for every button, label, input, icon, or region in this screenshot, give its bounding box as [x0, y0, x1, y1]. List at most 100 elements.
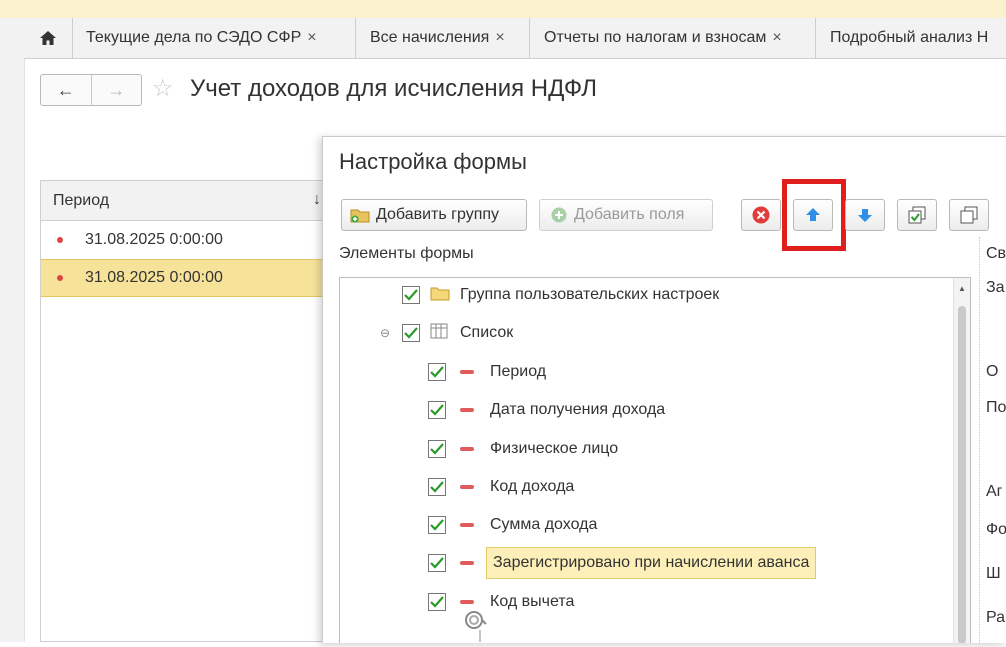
checkbox[interactable]	[428, 554, 446, 572]
tab-tax-reports[interactable]: Отчеты по налогам и взносам ×	[530, 18, 816, 58]
checkmark-icon	[404, 327, 418, 339]
panel-label: За	[986, 279, 1005, 296]
panel-label: Аг	[986, 483, 1003, 500]
checkbox[interactable]	[402, 324, 420, 342]
delete-icon	[752, 206, 770, 224]
checkbox[interactable]	[428, 401, 446, 419]
uncheck-all-icon	[960, 206, 978, 224]
check-all-button[interactable]	[897, 199, 937, 231]
field-icon	[460, 600, 474, 604]
checkmark-icon	[430, 404, 444, 416]
field-icon	[460, 485, 474, 489]
tree-item-field[interactable]: Сумма дохода	[340, 508, 601, 542]
tree-item-field[interactable]: Код дохода	[340, 470, 578, 504]
tree-item-field[interactable]: Дата получения дохода	[340, 393, 669, 427]
panel-label: Фо	[986, 521, 1006, 538]
field-icon	[460, 523, 474, 527]
tree-item-field[interactable]: Код вычета	[340, 585, 578, 619]
uncheck-all-button[interactable]	[949, 199, 989, 231]
close-icon[interactable]: ×	[495, 29, 504, 47]
table-icon	[430, 323, 448, 344]
navigation-buttons: ← →	[40, 74, 142, 106]
properties-panel-edge: Св За О По Аг Фо Ш Ра	[979, 237, 1006, 643]
top-strip	[0, 0, 1006, 19]
tree-item-label: Группа пользовательских настроек	[460, 286, 720, 303]
status-dot-icon	[57, 237, 63, 243]
tree-item-label: Зарегистрировано при начислении аванса	[486, 547, 817, 579]
checkmark-icon	[430, 596, 444, 608]
field-icon	[460, 561, 474, 565]
tree-item-label: Код вычета	[490, 593, 575, 610]
list-row-selected[interactable]: 31.08.2025 0:00:00	[41, 259, 331, 297]
collapse-icon[interactable]: ⊖	[380, 326, 402, 340]
panel-label: По	[986, 399, 1006, 416]
row-value: 31.08.2025 0:00:00	[85, 231, 223, 248]
tree-item-user-settings-group[interactable]: Группа пользовательских настроек	[340, 278, 723, 312]
tab-label: Текущие дела по СЭДО СФР	[86, 29, 302, 46]
field-icon	[460, 447, 474, 451]
scroll-up-icon[interactable]: ▲	[958, 284, 966, 293]
field-icon	[460, 370, 474, 374]
add-group-label: Добавить группу	[376, 206, 500, 223]
page-title: Учет доходов для исчисления НДФЛ	[190, 75, 598, 102]
tree-item-list[interactable]: ⊖ Список	[340, 316, 517, 350]
folder-icon	[430, 285, 450, 306]
highlight-frame	[782, 179, 846, 251]
delete-button[interactable]	[741, 199, 781, 231]
tree-item-label: Сумма дохода	[490, 516, 598, 533]
checkbox[interactable]	[402, 286, 420, 304]
panel-label: Св	[986, 245, 1006, 262]
home-tab[interactable]	[24, 18, 73, 58]
add-fields-label: Добавить поля	[574, 206, 685, 223]
add-fields-button[interactable]: Добавить поля	[539, 199, 713, 231]
tab-current-sedo[interactable]: Текущие дела по СЭДО СФР ×	[72, 18, 356, 58]
favorite-star-icon[interactable]: ☆	[152, 74, 174, 104]
tab-detailed-analysis[interactable]: Подробный анализ Н	[816, 18, 1006, 58]
tree-item-field[interactable]: Физическое лицо	[340, 432, 622, 466]
checkbox[interactable]	[428, 478, 446, 496]
checkmark-icon	[430, 366, 444, 378]
column-label: Период	[53, 191, 110, 209]
list-row[interactable]: 31.08.2025 0:00:00	[41, 221, 331, 259]
tree-scrollbar[interactable]: ▲	[953, 278, 970, 643]
check-all-icon	[908, 206, 926, 224]
close-icon[interactable]: ×	[307, 29, 316, 47]
checkmark-icon	[430, 519, 444, 531]
checkbox[interactable]	[428, 363, 446, 381]
close-icon[interactable]: ×	[772, 29, 781, 47]
tree-item-field[interactable]: Период	[340, 355, 550, 389]
panel-label: Ра	[986, 609, 1006, 626]
row-value: 31.08.2025 0:00:00	[85, 269, 223, 286]
forward-button[interactable]: →	[92, 75, 142, 105]
checkbox[interactable]	[428, 593, 446, 611]
tree-item-label: Физическое лицо	[490, 440, 619, 457]
tab-label: Все начисления	[370, 29, 490, 46]
column-header-period[interactable]: Период ↓	[41, 181, 331, 221]
busy-cursor-icon	[462, 608, 492, 647]
checkmark-icon	[430, 557, 444, 569]
folder-add-icon	[350, 206, 372, 224]
tree-item-label: Код дохода	[490, 478, 575, 495]
form-elements-tree: Группа пользовательских настроек ⊖ Списо…	[339, 277, 971, 643]
move-down-button[interactable]	[845, 199, 885, 231]
scrollbar-thumb[interactable]	[958, 306, 966, 643]
add-group-button[interactable]: Добавить группу	[341, 199, 527, 231]
add-circle-icon	[550, 206, 568, 224]
checkmark-icon	[404, 289, 418, 301]
tab-bar: Текущие дела по СЭДО СФР × Все начисления…	[24, 18, 1006, 59]
tab-all-accruals[interactable]: Все начисления ×	[356, 18, 530, 58]
tree-item-label: Дата получения дохода	[490, 401, 666, 418]
checkbox[interactable]	[428, 440, 446, 458]
sort-arrow-icon[interactable]: ↓	[313, 191, 321, 209]
tree-item-label: Период	[490, 363, 547, 380]
tree-item-label: Список	[460, 324, 514, 341]
tree-item-field-selected[interactable]: Зарегистрировано при начислении аванса	[340, 546, 817, 580]
field-icon	[460, 408, 474, 412]
back-button[interactable]: ←	[41, 75, 92, 105]
tab-label: Подробный анализ Н	[830, 29, 989, 46]
checkbox[interactable]	[428, 516, 446, 534]
section-label: Элементы формы	[339, 245, 474, 262]
tab-label: Отчеты по налогам и взносам	[544, 29, 767, 46]
form-settings-dialog: Настройка формы Добавить группу Добавить…	[322, 136, 1006, 643]
checkmark-icon	[430, 443, 444, 455]
